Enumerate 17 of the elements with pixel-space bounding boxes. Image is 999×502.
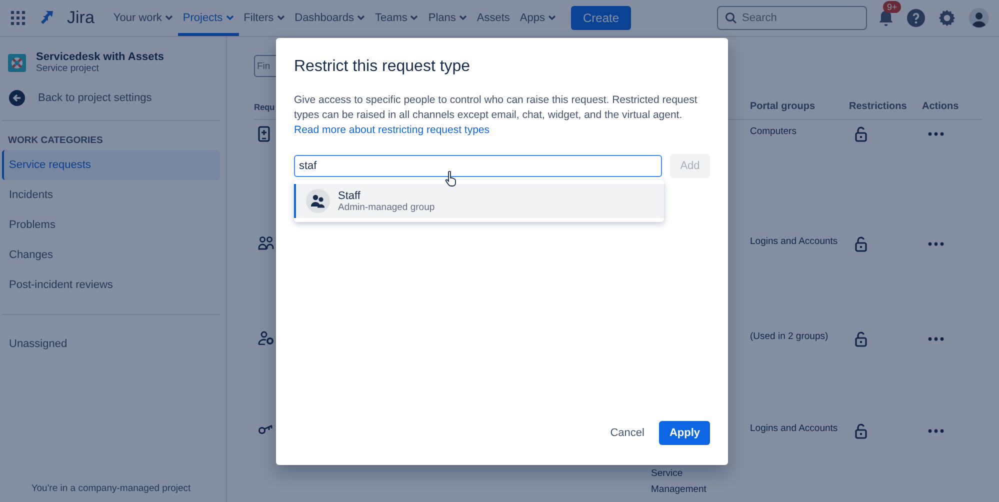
option-subtitle: Admin-managed group bbox=[338, 202, 435, 212]
option-name: Staff bbox=[338, 190, 362, 202]
project-name: Servicedesk with Assets bbox=[36, 51, 164, 63]
modal-description: Give access to specific people to control who can raise this request. Restricted request types can be raised in all channels except email, chat, widget, and the virtual agent. Read more about restricting request types bbox=[294, 93, 698, 138]
portal-group-text: Logins and Accounts bbox=[750, 423, 838, 434]
portal-group-text: (Used in 2 groups) bbox=[750, 331, 828, 342]
column-header: Portal groups bbox=[750, 94, 849, 120]
notification-badge: 9+ bbox=[883, 1, 902, 13]
project-footer-note: You're in a company-managed project bbox=[30, 483, 192, 494]
portal-group-text: Logins and Accounts bbox=[750, 236, 838, 247]
column-header: Actions bbox=[922, 94, 982, 120]
column-header: Restrictions bbox=[849, 94, 922, 120]
portal-group-text: Computers bbox=[750, 126, 796, 137]
description-text: Service Management bbox=[651, 467, 708, 497]
project-type: Service project bbox=[36, 63, 100, 74]
section-heading: WORK CATEGORIES bbox=[7, 135, 104, 146]
modal-title: Restrict this request type bbox=[294, 58, 472, 76]
